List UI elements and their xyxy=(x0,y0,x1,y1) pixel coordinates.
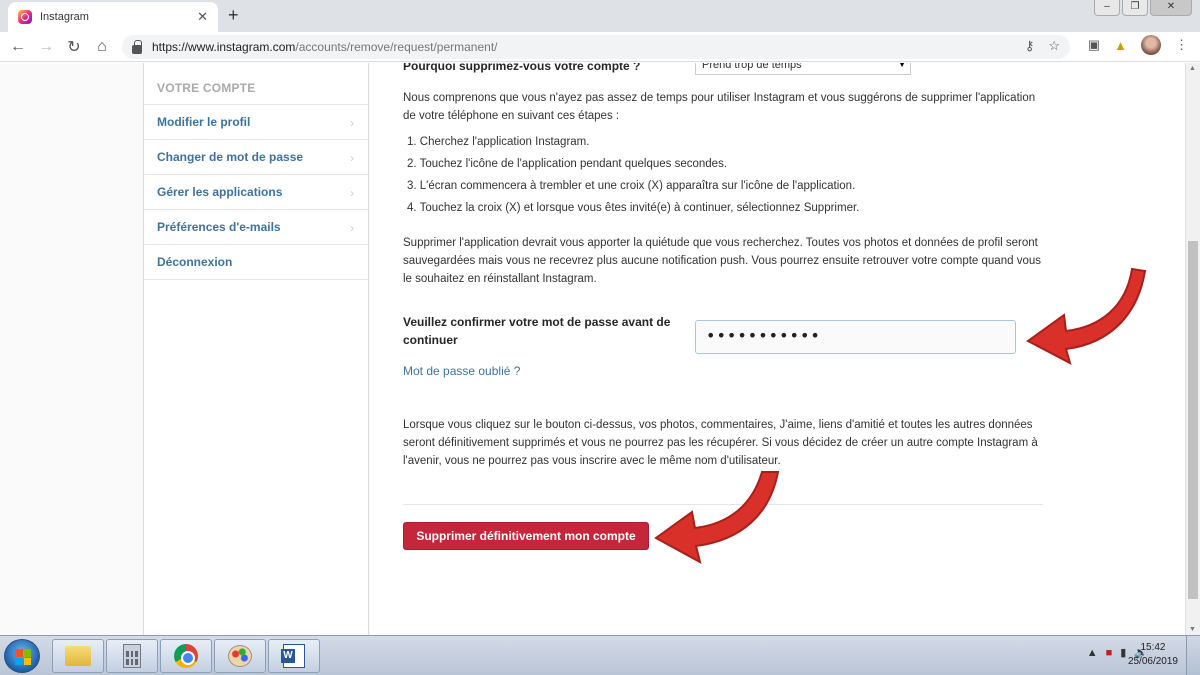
delete-account-button[interactable]: Supprimer définitivement mon compte xyxy=(403,522,649,550)
tab-close-icon[interactable]: ✕ xyxy=(197,9,208,25)
browser-tab[interactable]: Instagram ✕ xyxy=(8,2,218,32)
network-icon[interactable]: ▮ xyxy=(1120,646,1126,659)
reason-select[interactable]: Prend trop de temps ▼ xyxy=(695,63,911,75)
intro-text: Nous comprenons que vous n'ayez pas asse… xyxy=(403,92,1036,122)
steps-list: 1. Cherchez l'application Instagram. 2. … xyxy=(407,133,859,221)
folder-icon xyxy=(65,646,91,666)
chevron-right-icon: › xyxy=(350,116,354,130)
maximize-button[interactable]: ❐ xyxy=(1122,0,1148,16)
sidebar-item-label: Gérer les applications xyxy=(157,185,283,199)
sidebar-item-change-password[interactable]: Changer de mot de passe › xyxy=(144,140,368,175)
tray-expand-icon[interactable]: ▲ xyxy=(1087,647,1098,659)
windows-taskbar: ▲ ■ ▮ 🔈 15:42 25/06/2019 xyxy=(0,635,1200,675)
taskbar-clock[interactable]: 15:42 25/06/2019 xyxy=(1128,641,1178,669)
dropdown-caret-icon: ▼ xyxy=(898,63,906,69)
chevron-right-icon: › xyxy=(350,151,354,165)
extension-warning-icon[interactable]: ▲ xyxy=(1114,38,1127,53)
password-field[interactable]: ••••••••••• xyxy=(695,320,1016,354)
tray-app-icon[interactable]: ■ xyxy=(1106,647,1113,659)
chrome-icon xyxy=(174,644,198,668)
windows-logo-icon xyxy=(15,649,31,665)
divider xyxy=(403,504,1043,505)
menu-dots-icon[interactable]: ⋮ xyxy=(1175,37,1188,53)
url-path: /accounts/remove/request/permanent/ xyxy=(295,40,498,54)
address-bar[interactable]: https://www.instagram.com/accounts/remov… xyxy=(122,35,1070,59)
sidebar-item-label: Déconnexion xyxy=(157,255,233,269)
sidebar-item-label: Préférences d'e-mails xyxy=(157,220,281,234)
instagram-favicon-icon xyxy=(18,10,32,24)
taskbar-calculator[interactable] xyxy=(106,639,158,673)
reload-icon[interactable]: ↻ xyxy=(60,37,88,57)
taskbar-explorer[interactable] xyxy=(52,639,104,673)
taskbar-chrome[interactable] xyxy=(160,639,212,673)
warning-text: Lorsque vous cliquez sur le bouton ci-de… xyxy=(403,419,1038,467)
taskbar-paint[interactable] xyxy=(214,639,266,673)
paint-icon xyxy=(228,645,252,667)
word-icon xyxy=(281,644,305,668)
password-label: Veuillez confirmer votre mot de passe av… xyxy=(403,315,671,347)
list-item: 2. Touchez l'icône de l'application pend… xyxy=(407,158,728,170)
sidebar-header: VOTRE COMPTE xyxy=(144,63,368,105)
chevron-right-icon: › xyxy=(350,186,354,200)
page-scrollbar[interactable]: ▲ ▼ xyxy=(1185,63,1200,635)
minimize-button[interactable]: ‒ xyxy=(1094,0,1120,16)
sidebar-item-email-prefs[interactable]: Préférences d'e-mails › xyxy=(144,210,368,245)
sidebar-item-manage-apps[interactable]: Gérer les applications › xyxy=(144,175,368,210)
forward-icon[interactable]: → xyxy=(32,38,60,56)
back-icon[interactable]: ← xyxy=(4,38,32,56)
forgot-password-link[interactable]: Mot de passe oublié ? xyxy=(403,364,520,378)
key-icon[interactable]: ⚷ xyxy=(1025,38,1035,54)
clock-date: 25/06/2019 xyxy=(1127,656,1178,667)
reason-selected-value: Prend trop de temps xyxy=(702,63,802,71)
sidebar-item-logout[interactable]: Déconnexion xyxy=(144,245,368,280)
clock-time: 15:42 xyxy=(1140,642,1166,653)
scroll-thumb[interactable] xyxy=(1188,241,1198,599)
url-domain: https://www.instagram.com xyxy=(152,40,296,54)
reassurance-text: Supprimer l'application devrait vous app… xyxy=(403,237,1041,285)
bookmark-star-icon[interactable]: ☆ xyxy=(1048,38,1060,54)
page-viewport: VOTRE COMPTE Modifier le profil › Change… xyxy=(0,63,1185,635)
scroll-down-icon[interactable]: ▼ xyxy=(1189,626,1196,633)
delete-account-form: Pourquoi supprimez-vous votre compte ? P… xyxy=(370,63,1185,635)
taskbar-word[interactable] xyxy=(268,639,320,673)
sidebar-item-edit-profile[interactable]: Modifier le profil › xyxy=(144,105,368,140)
new-tab-button[interactable]: + xyxy=(228,5,239,26)
window-controls: ‒ ❐ ✕ xyxy=(1094,0,1192,16)
scroll-up-icon[interactable]: ▲ xyxy=(1189,65,1196,72)
start-button[interactable] xyxy=(4,639,40,673)
profile-avatar[interactable] xyxy=(1141,35,1161,55)
browser-toolbar: ← → ↻ ⌂ https://www.instagram.com/accoun… xyxy=(0,32,1200,62)
sidebar-item-label: Changer de mot de passe xyxy=(157,150,304,164)
list-item: 4. Touchez la croix (X) et lorsque vous … xyxy=(407,202,860,214)
account-sidebar: VOTRE COMPTE Modifier le profil › Change… xyxy=(143,63,369,635)
list-item: 1. Cherchez l'application Instagram. xyxy=(407,136,590,148)
chevron-right-icon: › xyxy=(350,221,354,235)
lock-icon[interactable] xyxy=(132,39,142,54)
reason-label: Pourquoi supprimez-vous votre compte ? xyxy=(403,63,641,73)
browser-tab-bar: Instagram ✕ + ‒ ❐ ✕ xyxy=(0,0,1200,32)
list-item: 3. L'écran commencera à trembler et une … xyxy=(407,180,856,192)
tab-title: Instagram xyxy=(40,11,89,23)
calculator-icon xyxy=(123,644,141,668)
extension-icon[interactable]: ▣ xyxy=(1088,37,1100,53)
close-window-button[interactable]: ✕ xyxy=(1150,0,1192,16)
sidebar-item-label: Modifier le profil xyxy=(157,115,251,129)
home-icon[interactable]: ⌂ xyxy=(88,38,116,56)
show-desktop-button[interactable] xyxy=(1186,636,1200,675)
